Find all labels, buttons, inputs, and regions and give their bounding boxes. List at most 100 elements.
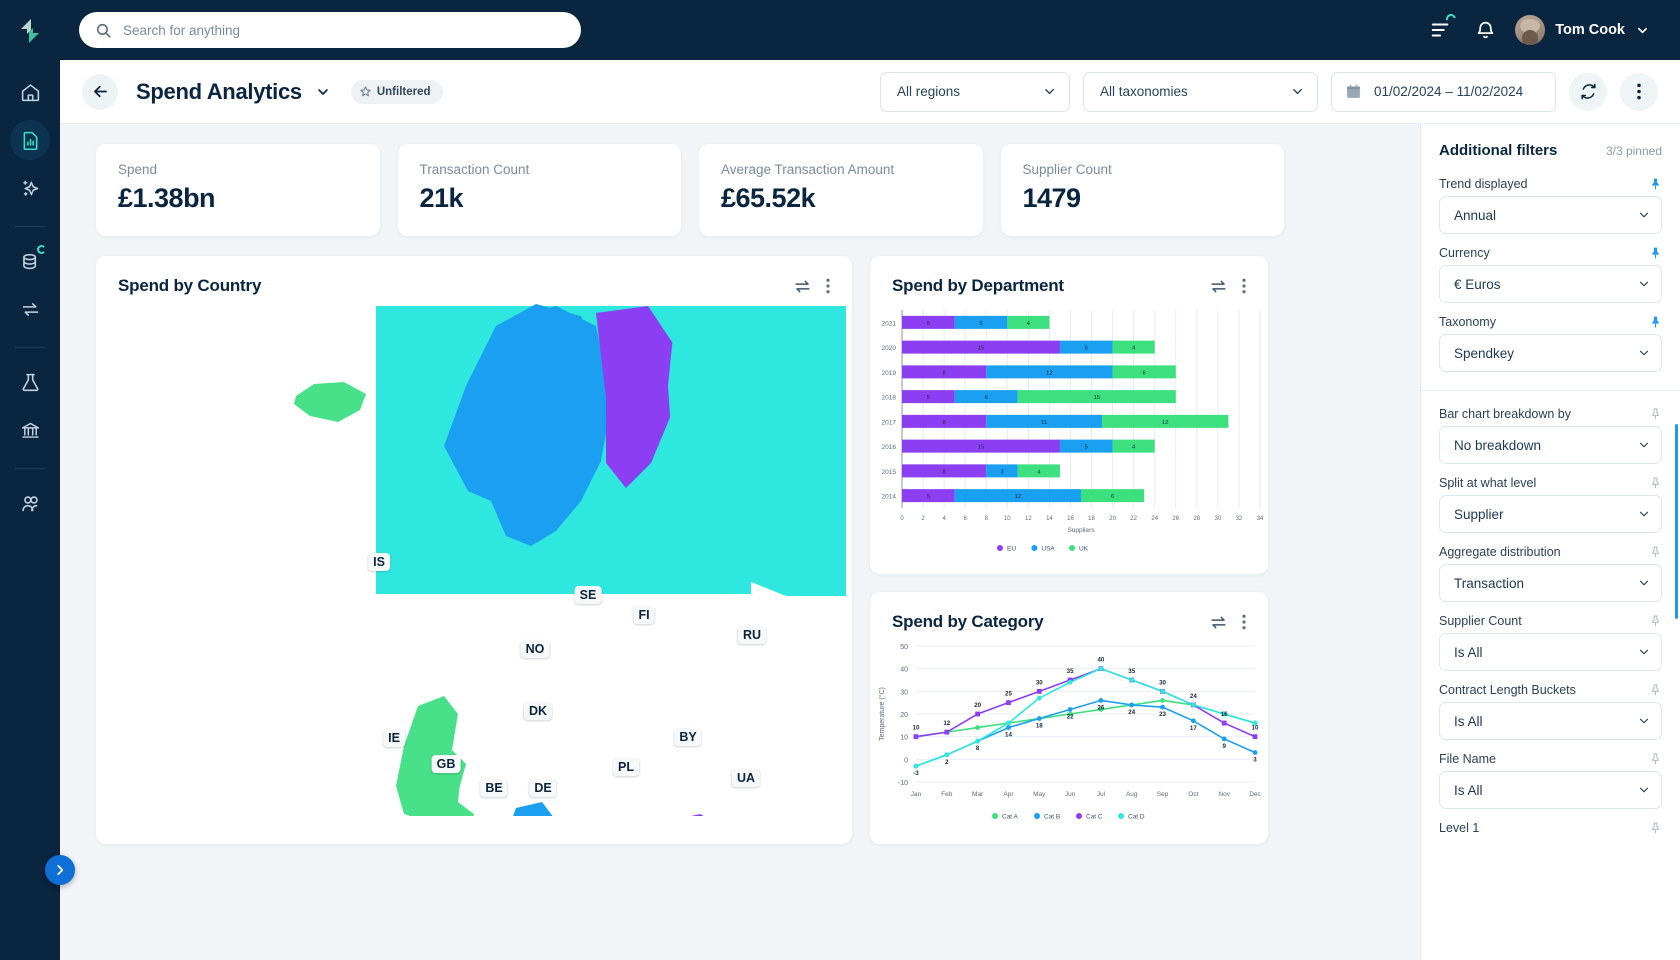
- svg-text:5: 5: [927, 395, 930, 401]
- chevron-down-icon: [1639, 511, 1649, 517]
- svg-text:Apr: Apr: [1003, 791, 1014, 798]
- sidebar-item-data[interactable]: [10, 241, 50, 281]
- chevron-down-icon: [1639, 649, 1649, 655]
- filter-select[interactable]: Supplier: [1439, 495, 1662, 533]
- filter-select-value: Annual: [1454, 207, 1497, 223]
- svg-text:0: 0: [900, 516, 904, 522]
- svg-text:14: 14: [1046, 516, 1053, 522]
- filter-select-value: Transaction: [1454, 575, 1525, 591]
- global-search[interactable]: [79, 12, 581, 48]
- pin-outline-icon[interactable]: [1649, 821, 1662, 835]
- more-options-button[interactable]: [1620, 72, 1658, 111]
- chevron-down-icon: [1639, 787, 1649, 793]
- pin-outline-icon[interactable]: [1649, 407, 1662, 421]
- date-range-picker[interactable]: 01/02/2024 – 11/02/2024: [1331, 71, 1556, 112]
- pin-filled-icon[interactable]: [1649, 177, 1662, 191]
- svg-text:50: 50: [900, 644, 908, 651]
- filter-label: Taxonomy: [1439, 315, 1496, 329]
- bell-icon[interactable]: [1467, 12, 1503, 48]
- sidebar-item-finance[interactable]: [10, 410, 50, 450]
- kpi-value: £65.52k: [721, 183, 816, 213]
- sidebar-item-insights[interactable]: [10, 168, 50, 208]
- search-icon: [96, 23, 111, 38]
- europe-choropleth-map[interactable]: IS SE FI NO RU DK IE GB BY PL BE DE UA A…: [96, 296, 852, 816]
- pin-filled-icon[interactable]: [1649, 315, 1662, 329]
- filter-label: Trend displayed: [1439, 177, 1528, 191]
- unfiltered-badge[interactable]: Unfiltered: [350, 79, 443, 104]
- sidebar-item-lab[interactable]: [10, 362, 50, 402]
- svg-text:Jun: Jun: [1065, 791, 1076, 798]
- svg-text:24: 24: [1151, 516, 1158, 522]
- chevron-down-icon: [1293, 88, 1302, 95]
- chevron-down-icon: [1639, 350, 1649, 356]
- svg-text:0: 0: [904, 757, 908, 764]
- svg-text:8: 8: [943, 420, 946, 426]
- line-chart[interactable]: -10 0 10 20 30 40 50 Temperature (°C) 10 12 20 25 30…: [870, 632, 1268, 830]
- activity-icon[interactable]: [1423, 12, 1459, 48]
- filter-select[interactable]: Is All: [1439, 771, 1662, 809]
- pin-outline-icon[interactable]: [1649, 476, 1662, 490]
- search-input[interactable]: [123, 22, 565, 38]
- kpi-label: Transaction Count: [419, 162, 530, 177]
- right-chart-column: Spend by Department 2021 5 5 4 2020 15 5 4 2019 8…: [870, 256, 1268, 844]
- pin-filled-icon[interactable]: [1649, 246, 1662, 260]
- expand-sidebar-button[interactable]: [45, 855, 75, 885]
- app-logo[interactable]: [13, 14, 47, 48]
- date-range-value: 01/02/2024 – 11/02/2024: [1374, 84, 1524, 99]
- card-menu-icon[interactable]: [1242, 278, 1246, 294]
- refresh-button[interactable]: [1569, 72, 1607, 111]
- sidebar-item-transfers[interactable]: [10, 289, 50, 329]
- swap-chart-icon[interactable]: [793, 277, 812, 296]
- svg-text:18: 18: [1088, 516, 1095, 522]
- svg-text:15: 15: [978, 346, 984, 352]
- filter-select[interactable]: Spendkey: [1439, 334, 1662, 372]
- swap-chart-icon[interactable]: [1209, 613, 1228, 632]
- user-menu[interactable]: Tom Cook: [1511, 11, 1662, 49]
- svg-text:26: 26: [1097, 704, 1104, 711]
- svg-text:40: 40: [1097, 657, 1104, 664]
- pin-outline-icon[interactable]: [1649, 614, 1662, 628]
- svg-text:May: May: [1033, 791, 1046, 798]
- svg-text:12: 12: [1162, 420, 1168, 426]
- bar-chart[interactable]: 2021 5 5 42020 15 5 42019 8 12 62018 5 6 152017 8 11 12…: [870, 296, 1268, 558]
- taxonomy-select[interactable]: All taxonomies: [1083, 71, 1318, 112]
- svg-text:Jan: Jan: [911, 791, 922, 798]
- filter-select[interactable]: Transaction: [1439, 564, 1662, 602]
- filters-scrollbar[interactable]: [1675, 424, 1678, 619]
- filter-select[interactable]: € Euros: [1439, 265, 1662, 303]
- filter-select[interactable]: Is All: [1439, 702, 1662, 740]
- filter-select-value: No breakdown: [1454, 437, 1542, 453]
- kpi-row: Spend £1.38bn Transaction Count 21k Aver…: [60, 124, 1308, 236]
- pin-outline-icon[interactable]: [1649, 752, 1662, 766]
- svg-text:2014: 2014: [882, 494, 897, 501]
- svg-text:2020: 2020: [882, 345, 897, 352]
- filter-select[interactable]: Annual: [1439, 196, 1662, 234]
- swap-chart-icon[interactable]: [1209, 277, 1228, 296]
- svg-text:3: 3: [1253, 757, 1257, 764]
- region-select[interactable]: All regions: [880, 71, 1070, 112]
- sidebar-item-users[interactable]: [10, 483, 50, 523]
- page-title-dropdown[interactable]: [315, 84, 331, 100]
- filter-label-row: Trend displayed: [1439, 177, 1662, 191]
- back-button[interactable]: [82, 73, 118, 110]
- svg-text:-3: -3: [913, 770, 919, 777]
- filters-pinned-count: 3/3 pinned: [1605, 144, 1662, 158]
- card-title: Spend by Department: [892, 276, 1064, 295]
- data-status-indicator: [37, 245, 46, 254]
- svg-text:Jul: Jul: [1097, 791, 1106, 798]
- filter-select[interactable]: No breakdown: [1439, 426, 1662, 464]
- sidebar-item-analytics[interactable]: [10, 120, 50, 160]
- pin-outline-icon[interactable]: [1649, 683, 1662, 697]
- chevron-down-icon: [1639, 281, 1649, 287]
- filter-select[interactable]: Is All: [1439, 633, 1662, 671]
- avatar: [1515, 15, 1546, 45]
- pin-outline-icon[interactable]: [1649, 545, 1662, 559]
- card-menu-icon[interactable]: [826, 278, 830, 294]
- card-menu-icon[interactable]: [1242, 614, 1246, 630]
- sidebar-item-home[interactable]: [10, 72, 50, 112]
- map-country-label: FI: [633, 606, 655, 624]
- svg-text:22: 22: [1067, 713, 1074, 720]
- filter-label-row: Bar chart breakdown by: [1439, 407, 1662, 421]
- spend-by-department-card: Spend by Department 2021 5 5 4 2020 15 5 4 2019 8…: [870, 256, 1268, 574]
- filters-header: Additional filters 3/3 pinned: [1421, 124, 1680, 165]
